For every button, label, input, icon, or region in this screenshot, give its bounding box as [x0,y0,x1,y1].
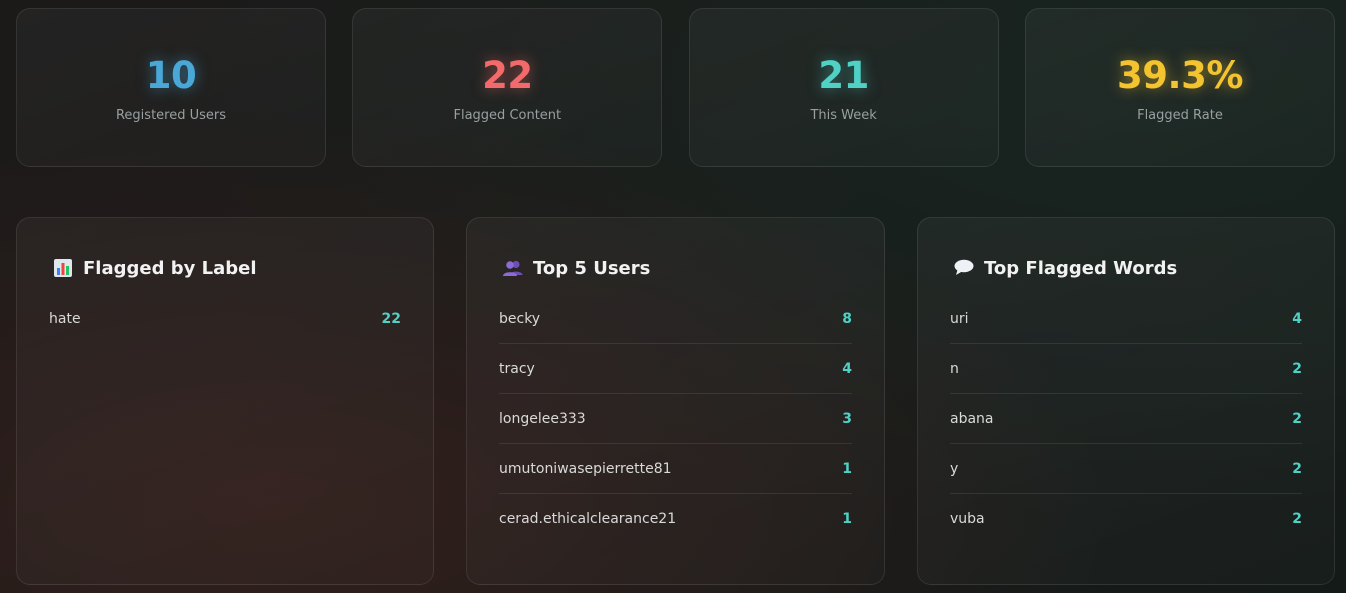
list-item: uri 4 [950,294,1302,344]
stat-value: 22 [482,54,533,97]
panel-title-text: Top 5 Users [533,257,651,279]
user-name: cerad.ethicalclearance21 [499,510,677,527]
top-flagged-words-panel: Top Flagged Words uri 4 n 2 abana 2 y 2 … [917,217,1335,585]
stats-row: 10 Registered Users 22 Flagged Content 2… [16,8,1335,169]
stat-card-registered-users: 10 Registered Users [16,8,326,167]
stat-card-flagged-content: 22 Flagged Content [352,8,663,167]
panel-title-text: Flagged by Label [83,257,257,279]
stat-card-this-week: 21 This Week [688,8,999,167]
word-count: 4 [1292,310,1302,327]
user-count: 3 [842,410,852,427]
panel-title: Top 5 Users [502,256,852,280]
label-count: 22 [381,310,401,327]
word-text: vuba [950,510,985,527]
word-text: abana [950,410,994,427]
panel-title: Flagged by Label [52,256,401,280]
speech-bubble-icon [953,257,975,279]
list-item: n 2 [950,344,1302,394]
list-item: abana 2 [950,394,1302,444]
panel-title-text: Top Flagged Words [984,257,1178,279]
stat-label: This Week [810,108,877,123]
user-count: 1 [842,510,852,527]
word-text: y [950,460,959,477]
flagged-by-label-panel: Flagged by Label hate 22 [16,217,434,585]
stat-value: 39.3% [1117,54,1243,97]
label-list: hate 22 [49,294,401,343]
list-item: cerad.ethicalclearance21 1 [499,494,852,543]
user-name: longelee333 [499,410,586,427]
word-text: uri [950,310,969,327]
list-item: becky 8 [499,294,852,344]
stat-label: Registered Users [115,108,227,123]
word-count: 2 [1292,510,1302,527]
word-text: n [950,360,959,377]
user-count: 1 [842,460,852,477]
user-count: 4 [842,360,852,377]
stat-label: Flagged Content [453,108,562,123]
user-name: becky [499,310,541,327]
word-count: 2 [1292,360,1302,377]
list-item: hate 22 [49,294,401,343]
list-item: y 2 [950,444,1302,494]
list-item: umutoniwasepierrette81 1 [499,444,852,494]
stat-card-flagged-rate: 39.3% Flagged Rate [1024,8,1335,167]
word-count: 2 [1292,410,1302,427]
user-count: 8 [842,310,852,327]
list-item: tracy 4 [499,344,852,394]
bar-chart-icon [52,257,74,279]
user-name: umutoniwasepierrette81 [499,460,672,477]
label-name: hate [49,310,81,327]
user-list: becky 8 tracy 4 longelee333 3 umutoniwas… [499,294,852,543]
panel-title: Top Flagged Words [953,256,1302,280]
stat-value: 21 [818,54,869,97]
word-list: uri 4 n 2 abana 2 y 2 vuba 2 [950,294,1302,543]
panels-row: Flagged by Label hate 22 Top 5 Users bec… [16,217,1335,585]
top-users-panel: Top 5 Users becky 8 tracy 4 longelee333 … [466,217,885,585]
users-icon [502,257,524,279]
list-item: longelee333 3 [499,394,852,444]
word-count: 2 [1292,460,1302,477]
list-item: vuba 2 [950,494,1302,543]
stat-value: 10 [145,54,197,97]
stat-label: Flagged Rate [1137,108,1223,123]
user-name: tracy [499,360,535,377]
